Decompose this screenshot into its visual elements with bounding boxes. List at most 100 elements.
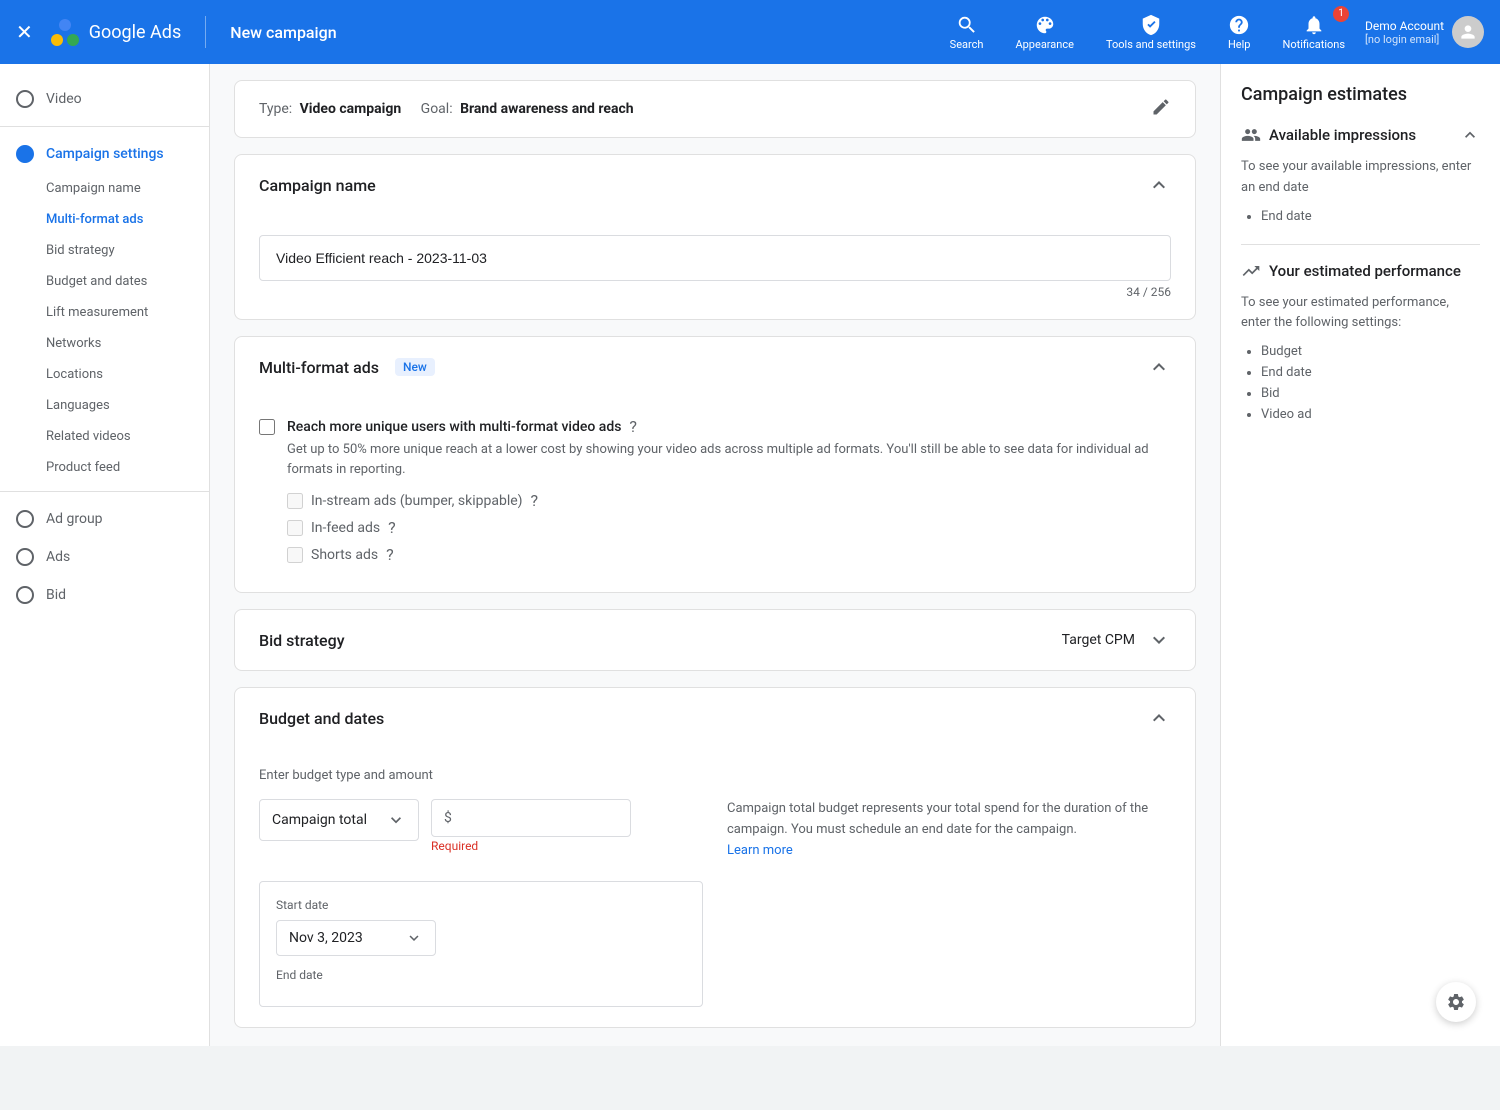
in-stream-help-icon[interactable]: ? — [531, 491, 539, 510]
sidebar-item-product-feed[interactable]: Product feed — [0, 452, 209, 483]
multi-format-help-icon[interactable]: ? — [629, 417, 637, 436]
user-name: Demo Account — [1365, 19, 1444, 33]
google-ads-logo-icon — [49, 16, 81, 48]
multi-format-checkbox[interactable] — [259, 419, 275, 435]
sidebar-item-languages[interactable]: Languages — [0, 390, 209, 421]
search-action[interactable]: Search — [938, 10, 996, 55]
campaign-name-card: Campaign name 34 / 256 — [234, 154, 1196, 320]
help-action[interactable]: Help — [1216, 10, 1263, 55]
sidebar-label-video: Video — [46, 91, 82, 107]
bid-strategy-expand-icon[interactable] — [1147, 628, 1171, 652]
multi-format-main-checkbox-row: Reach more unique users with multi-forma… — [259, 417, 1171, 479]
bid-strategy-card: Bid strategy Target CPM — [234, 609, 1196, 671]
close-button[interactable]: ✕ — [16, 20, 33, 44]
gear-float-button[interactable] — [1436, 982, 1476, 1022]
sidebar-item-lift-measurement[interactable]: Lift measurement — [0, 297, 209, 328]
appearance-label: Appearance — [1015, 38, 1074, 51]
right-panel: Campaign estimates Available impressions… — [1220, 64, 1500, 1046]
budget-section-header[interactable]: Budget and dates — [235, 688, 1195, 748]
budget-amount-input[interactable] — [460, 810, 580, 826]
campaign-name-section-header[interactable]: Campaign name — [235, 155, 1195, 215]
collapse-icon-campaign[interactable] — [1147, 173, 1171, 197]
help-label: Help — [1228, 38, 1251, 51]
sidebar-item-bid-strategy[interactable]: Bid strategy — [0, 235, 209, 266]
available-impressions-section: Available impressions To see your availa… — [1241, 125, 1480, 224]
sidebar-item-campaign-name[interactable]: Campaign name — [0, 173, 209, 204]
sidebar-circle-ads — [16, 548, 34, 566]
content-area: Type: Video campaign Goal: Brand awarene… — [210, 64, 1220, 1046]
perf-list-item-0: Budget — [1261, 344, 1480, 359]
edit-icon — [1151, 97, 1171, 117]
sidebar-item-ads[interactable]: Ads — [0, 538, 209, 576]
shorts-label: Shorts ads — [311, 547, 378, 563]
sidebar-circle-bid — [16, 586, 34, 604]
goal-value: Brand awareness and reach — [460, 101, 634, 117]
tools-action[interactable]: Tools and settings — [1094, 10, 1208, 55]
budget-desc-text: Campaign total budget represents your to… — [727, 799, 1171, 841]
collapse-icon-multiformat[interactable] — [1147, 355, 1171, 379]
impressions-list-item-0: End date — [1261, 209, 1480, 224]
sidebar-item-networks[interactable]: Networks — [0, 328, 209, 359]
campaign-name-body: 34 / 256 — [235, 215, 1195, 319]
sidebar-circle-ad-group — [16, 510, 34, 528]
budget-description: Campaign total budget represents your to… — [727, 799, 1171, 1007]
estimates-divider — [1241, 244, 1480, 245]
sidebar-item-bid[interactable]: Bid — [0, 576, 209, 614]
collapse-impressions-icon[interactable] — [1460, 125, 1480, 145]
start-date-chevron — [405, 929, 423, 947]
campaign-name-title: Campaign name — [259, 176, 376, 195]
people-icon — [1241, 125, 1261, 145]
required-text: Required — [431, 839, 631, 853]
start-date-select[interactable]: Nov 3, 2023 — [276, 920, 436, 956]
in-feed-checkbox[interactable] — [287, 520, 303, 536]
appearance-action[interactable]: Appearance — [1003, 10, 1086, 55]
sidebar-item-campaign-settings[interactable]: Campaign settings — [0, 135, 209, 173]
perf-list-item-3: Video ad — [1261, 407, 1480, 422]
char-count: 34 / 256 — [259, 285, 1171, 299]
budget-amount-field[interactable]: $ — [431, 799, 631, 837]
estimated-performance-section: Your estimated performance To see your e… — [1241, 261, 1480, 423]
in-feed-help-icon[interactable]: ? — [388, 518, 396, 537]
sidebar-item-related-videos[interactable]: Related videos — [0, 421, 209, 452]
search-icon — [956, 14, 978, 36]
sidebar-item-video[interactable]: Video — [0, 80, 209, 118]
budget-type-select[interactable]: Campaign total — [259, 799, 419, 841]
sub-checkboxes: In-stream ads (bumper, skippable) ? In-f… — [287, 491, 1171, 564]
multi-format-card: Multi-format ads New Reach more unique u… — [234, 336, 1196, 593]
estimated-performance-list: Budget End date Bid Video ad — [1241, 344, 1480, 422]
multi-format-title: Multi-format ads — [259, 358, 379, 377]
learn-more-link[interactable]: Learn more — [727, 843, 793, 858]
shorts-help-icon[interactable]: ? — [386, 545, 394, 564]
in-stream-label: In-stream ads (bumper, skippable) — [311, 493, 523, 509]
sidebar-label-campaign-settings: Campaign settings — [46, 146, 164, 162]
budget-dates-card: Budget and dates Enter budget type and a… — [234, 687, 1196, 1028]
campaign-name-input[interactable] — [259, 235, 1171, 281]
in-stream-checkbox[interactable] — [287, 493, 303, 509]
end-date-label: End date — [276, 968, 686, 982]
edit-button[interactable] — [1151, 97, 1171, 121]
sidebar-item-multi-format[interactable]: Multi-format ads — [0, 204, 209, 235]
shorts-checkbox[interactable] — [287, 547, 303, 563]
user-menu[interactable]: Demo Account [no login email] — [1365, 16, 1484, 48]
estimated-performance-label: Your estimated performance — [1269, 262, 1461, 280]
type-label: Type: — [259, 101, 292, 117]
sidebar-label-ads: Ads — [46, 549, 70, 565]
amount-field-wrapper: $ Required — [431, 799, 631, 853]
brand-name: Google Ads — [89, 22, 181, 43]
sidebar-item-budget-dates[interactable]: Budget and dates — [0, 266, 209, 297]
topbar: ✕ Google Ads New campaign Search Appeara… — [0, 0, 1500, 64]
sidebar-item-ad-group[interactable]: Ad group — [0, 500, 209, 538]
estimated-performance-title: Your estimated performance — [1241, 261, 1461, 281]
budget-left: Campaign total $ Required — [259, 799, 703, 1007]
topbar-divider — [205, 16, 206, 48]
collapse-icon-budget[interactable] — [1147, 706, 1171, 730]
available-impressions-header: Available impressions — [1241, 125, 1480, 145]
user-email: [no login email] — [1365, 33, 1444, 46]
budget-body: Enter budget type and amount Campaign to… — [235, 748, 1195, 1027]
bid-strategy-row[interactable]: Bid strategy Target CPM — [235, 610, 1195, 670]
multi-format-section-header[interactable]: Multi-format ads New — [235, 337, 1195, 397]
estimates-title: Campaign estimates — [1241, 84, 1480, 105]
notifications-action[interactable]: 1 Notifications — [1270, 10, 1357, 55]
sidebar-item-locations[interactable]: Locations — [0, 359, 209, 390]
help-icon — [1228, 14, 1250, 36]
